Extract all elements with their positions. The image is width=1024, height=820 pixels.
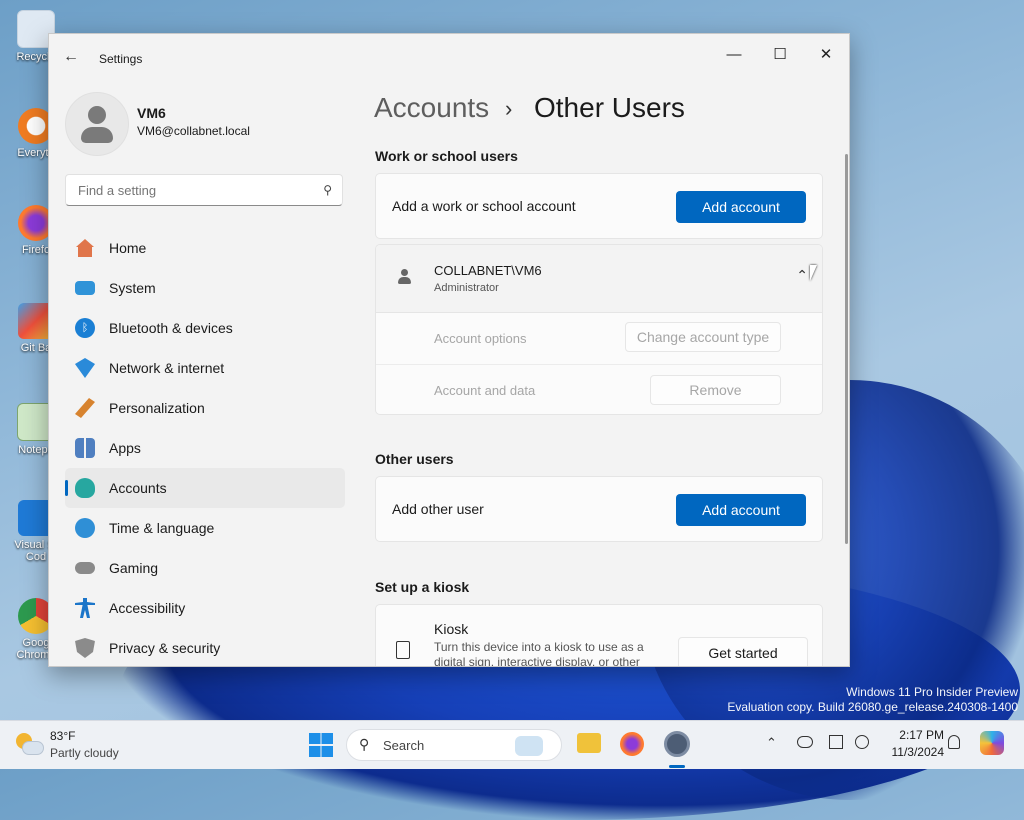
account-header[interactable]: COLLABNET\VM6 Administrator ⌃: [376, 245, 822, 313]
sidebar-item-accessibility[interactable]: Accessibility: [65, 588, 345, 628]
settings-window: ← Settings — ☐ ✕ VM6 VM6@collabnet.local…: [48, 33, 850, 667]
maximize-button[interactable]: ☐: [757, 40, 803, 70]
breadcrumb-parent[interactable]: Accounts: [374, 92, 489, 124]
change-account-type-button[interactable]: Change account type: [625, 322, 781, 352]
weather-temp[interactable]: 83°F: [50, 729, 75, 743]
minimize-button[interactable]: —: [711, 40, 757, 70]
clock-date[interactable]: 11/3/2024: [880, 745, 945, 759]
user-avatar: [65, 92, 129, 156]
work-school-card: Add a work or school account Add account: [375, 173, 823, 239]
notification-bell-icon[interactable]: [948, 735, 960, 749]
kiosk-icon: [396, 641, 410, 659]
volume-icon[interactable]: [855, 735, 869, 749]
sidebar-item-system[interactable]: System: [65, 268, 345, 308]
account-options-label: Account options: [434, 331, 527, 346]
divider: [376, 364, 822, 365]
accessibility-icon: [75, 598, 95, 618]
firefox-taskbar-icon[interactable]: [620, 732, 644, 756]
search-icon: ⚲: [359, 736, 370, 752]
network-icon[interactable]: [829, 735, 843, 749]
remove-account-button[interactable]: Remove: [650, 375, 781, 405]
window-title: Settings: [99, 52, 143, 66]
clock-time[interactable]: 2:17 PM: [880, 728, 944, 742]
back-arrow-icon[interactable]: ←: [63, 48, 81, 66]
sidebar-item-apps[interactable]: Apps: [65, 428, 345, 468]
account-role: Administrator: [434, 282, 499, 294]
weather-desc[interactable]: Partly cloudy: [50, 746, 119, 760]
get-started-button[interactable]: Get started: [678, 637, 808, 666]
chevron-up-icon[interactable]: ⌃: [766, 735, 777, 751]
sidebar-item-personalization[interactable]: Personalization: [65, 388, 345, 428]
other-user-label: Add other user: [392, 501, 484, 517]
apps-icon: [75, 438, 95, 458]
other-users-card: Add other user Add account: [375, 476, 823, 542]
kiosk-section-title: Set up a kiosk: [375, 579, 470, 595]
person-icon: [75, 478, 95, 498]
settings-gear-icon[interactable]: [664, 731, 690, 757]
sidebar-item-bluetooth[interactable]: ᛒ Bluetooth & devices: [65, 308, 345, 348]
brush-icon: [75, 398, 95, 418]
taskbar: 83°F Partly cloudy ⚲ Search ⌃ 2:17 PM 11…: [0, 720, 1024, 769]
home-icon: [76, 239, 94, 257]
account-name: COLLABNET\VM6: [434, 263, 542, 278]
sidebar-item-gaming[interactable]: Gaming: [65, 548, 345, 588]
content-scrollbar[interactable]: [845, 154, 848, 544]
shield-icon: [75, 638, 95, 658]
breadcrumb-separator: ›: [505, 96, 513, 121]
profile-name: VM6: [137, 105, 166, 121]
sidebar-item-time-language[interactable]: Time & language: [65, 508, 345, 548]
sidebar-nav: Home System ᛒ Bluetooth & devices Networ…: [65, 228, 345, 666]
other-users-section-title: Other users: [375, 451, 454, 467]
kiosk-title: Kiosk: [434, 621, 469, 637]
controller-icon: [75, 562, 95, 574]
windows-watermark: Windows 11 Pro Insider Preview Evaluatio…: [727, 685, 1018, 714]
page-title: Other Users: [534, 92, 685, 123]
sidebar-item-home[interactable]: Home: [65, 228, 345, 268]
title-bar: ← Settings — ☐ ✕: [49, 34, 849, 80]
onedrive-offline-icon[interactable]: [797, 736, 813, 748]
kiosk-card: Kiosk Turn this device into a kiosk to u…: [375, 604, 823, 667]
search-highlight-icon: [515, 736, 543, 756]
copilot-icon[interactable]: [980, 731, 1004, 755]
work-school-label: Add a work or school account: [392, 198, 576, 214]
person-icon: [398, 269, 411, 285]
sidebar-item-network[interactable]: Network & internet: [65, 348, 345, 388]
close-button[interactable]: ✕: [803, 40, 849, 70]
add-work-account-button[interactable]: Add account: [676, 191, 806, 223]
search-input[interactable]: [76, 182, 310, 199]
search-icon: ⚲: [323, 183, 332, 197]
sidebar-item-accounts[interactable]: Accounts: [65, 468, 345, 508]
chevron-up-icon[interactable]: ⌃: [796, 267, 808, 284]
kiosk-description: Turn this device into a kiosk to use as …: [434, 640, 644, 667]
file-explorer-icon[interactable]: [577, 733, 601, 753]
start-windows-icon[interactable]: [309, 733, 333, 757]
taskbar-search-label: Search: [383, 738, 425, 753]
sidebar-item-privacy[interactable]: Privacy & security: [65, 628, 345, 666]
work-school-section-title: Work or school users: [375, 148, 518, 164]
globe-clock-icon: [75, 518, 95, 538]
wifi-icon: [75, 358, 95, 378]
add-other-account-button[interactable]: Add account: [676, 494, 806, 526]
system-display-icon: [75, 281, 95, 295]
settings-search[interactable]: ⚲: [65, 174, 343, 206]
profile-email: VM6@collabnet.local: [137, 124, 250, 138]
mouse-cursor-icon: [810, 265, 817, 281]
taskbar-search[interactable]: ⚲ Search: [346, 729, 562, 761]
account-data-label: Account and data: [434, 383, 536, 398]
weather-partly-cloudy-icon[interactable]: [16, 731, 44, 757]
account-expander: COLLABNET\VM6 Administrator ⌃ Account op…: [375, 244, 823, 415]
bluetooth-icon: ᛒ: [75, 318, 95, 338]
